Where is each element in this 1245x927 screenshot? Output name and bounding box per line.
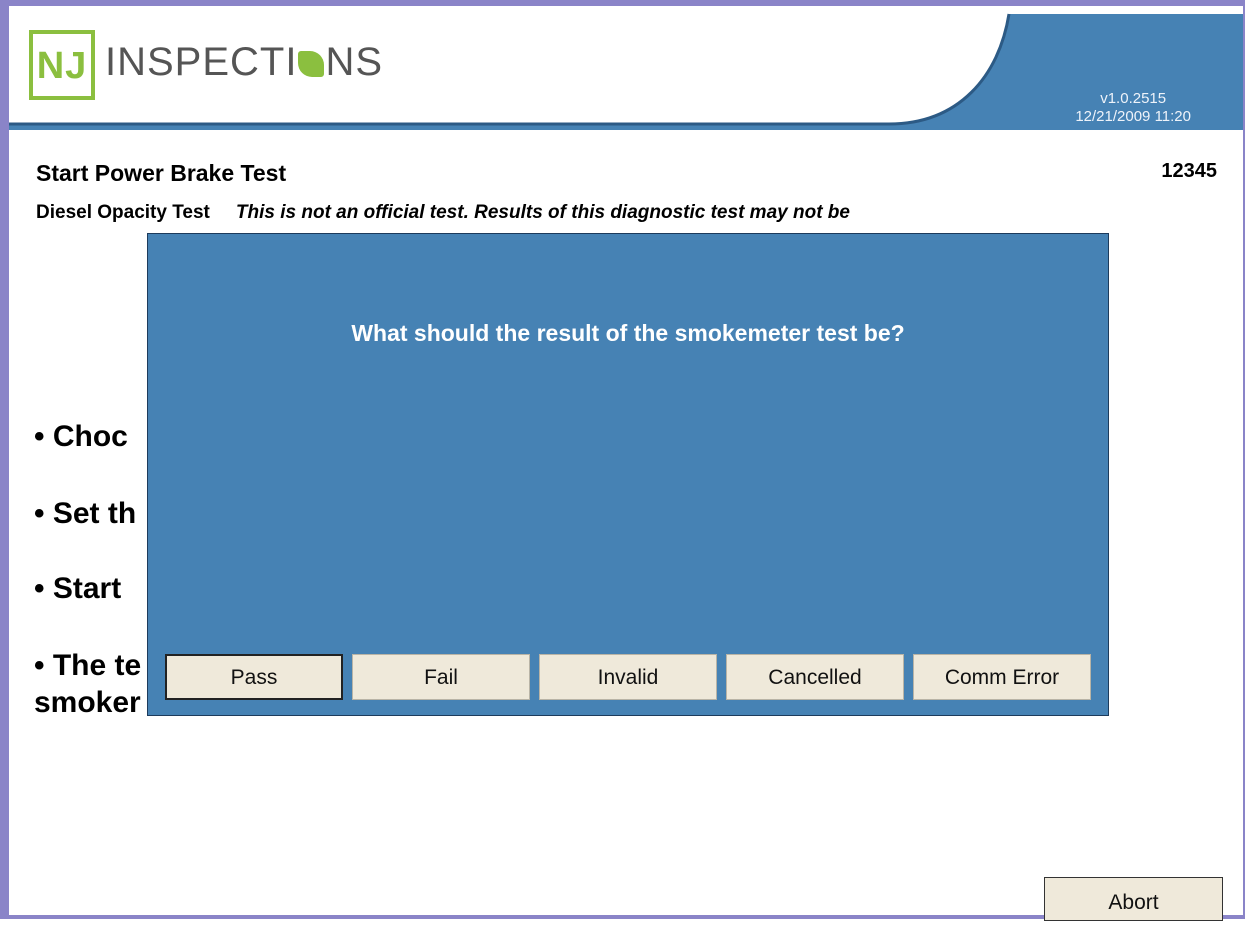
pass-button[interactable]: Pass <box>165 654 343 700</box>
leaf-icon <box>298 51 325 77</box>
header-banner: NJ INSPECTI NS v1.0.2515 12/21/2009 11:20 <box>9 6 1243 130</box>
test-label: Diesel Opacity Test <box>36 202 210 223</box>
version-info: v1.0.2515 12/21/2009 11:20 <box>1075 90 1191 126</box>
cancelled-button[interactable]: Cancelled <box>726 654 904 700</box>
comm-error-button[interactable]: Comm Error <box>913 654 1091 700</box>
abort-button[interactable]: Abort <box>1044 877 1223 921</box>
instruction-bullet-2: • Set th <box>34 497 137 530</box>
datetime-label: 12/21/2009 11:20 <box>1075 108 1191 125</box>
instruction-bullet-1: • Choc <box>34 420 128 453</box>
logo-box: NJ <box>29 30 95 100</box>
station-code: 12345 <box>1161 160 1217 182</box>
version-label: v1.0.2515 <box>1100 90 1167 107</box>
result-dialog: What should the result of the smokemeter… <box>147 233 1109 716</box>
instruction-bullet-4: • The te <box>34 649 142 682</box>
test-line: Diesel Opacity Test This is not an offici… <box>36 202 850 224</box>
instruction-bullet-3: • Start <box>34 572 122 605</box>
fail-button[interactable]: Fail <box>352 654 530 700</box>
test-note: This is not an official test. Results of… <box>235 202 850 223</box>
logo-text-part1: INSPECTI <box>105 40 298 84</box>
instruction-bullet-4-cont: smoker <box>34 686 141 719</box>
invalid-button[interactable]: Invalid <box>539 654 717 700</box>
dialog-question: What should the result of the smokemeter… <box>351 320 905 346</box>
logo-text: INSPECTI NS <box>105 40 383 85</box>
page-title: Start Power Brake Test <box>36 160 287 186</box>
logo-text-part2: NS <box>325 40 384 84</box>
